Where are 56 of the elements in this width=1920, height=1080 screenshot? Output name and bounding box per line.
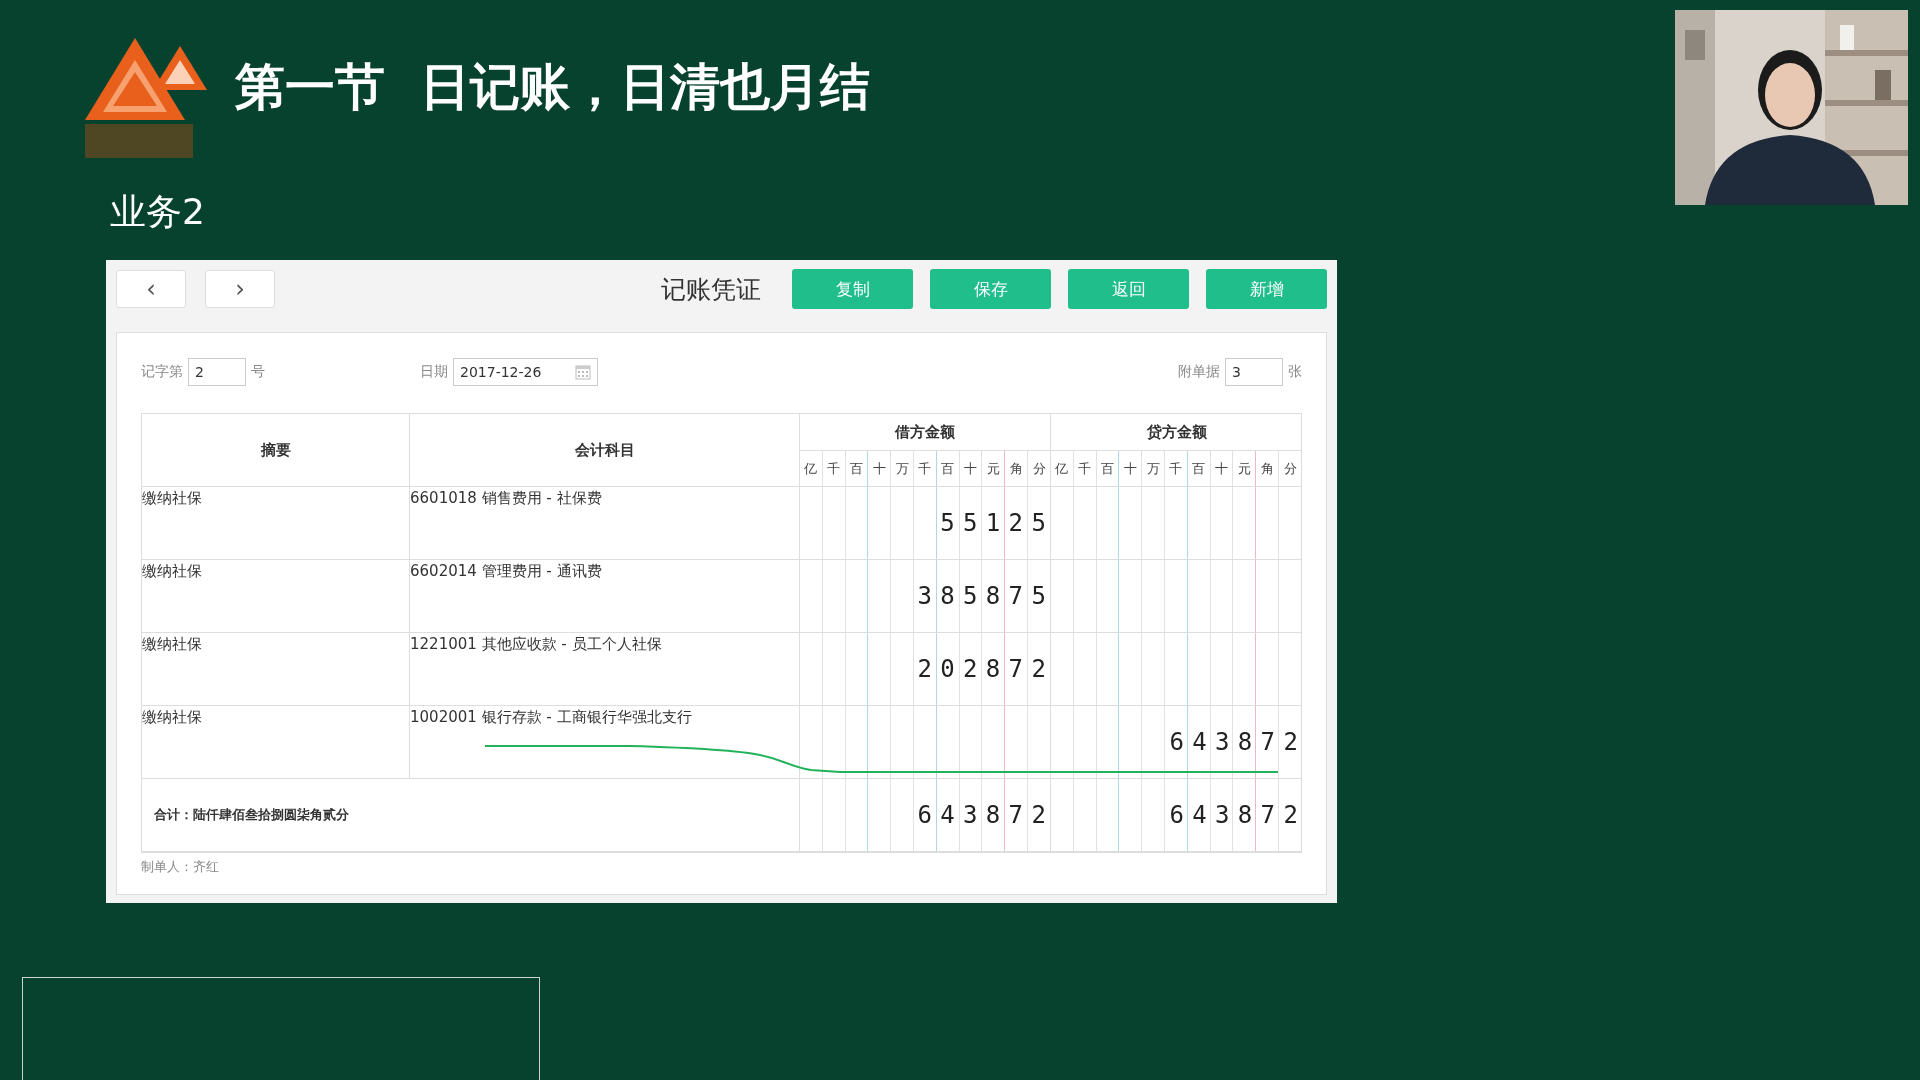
unit-label: 千 xyxy=(822,451,846,486)
unit-label: 万 xyxy=(891,451,914,486)
field-label: 日期 xyxy=(420,363,448,381)
slide-title: 第一节 日记账，日清也月结 xyxy=(235,57,870,118)
column-header: 摘要 xyxy=(142,414,410,486)
date-field[interactable]: 2017-12-26 xyxy=(453,358,598,386)
table-cell: 缴纳社保 xyxy=(142,560,410,632)
unit-label: 分 xyxy=(1282,459,1298,478)
unit-label: 千 xyxy=(1165,451,1188,486)
unit-label: 十 xyxy=(1119,451,1143,486)
voucher-title: 记账凭证 xyxy=(661,273,761,306)
unit-label: 亿 xyxy=(1051,451,1074,486)
unit-label: 十 xyxy=(1210,451,1234,486)
slide-subtitle: 业务2 xyxy=(110,190,206,234)
unit-label: 十 xyxy=(959,451,983,486)
table-cell: 缴纳社保 xyxy=(142,633,410,705)
table-cell: 1002001 银行存款 - 工商银行华强北支行 xyxy=(410,706,800,778)
table-cell: 6601018 销售费用 - 社保费 xyxy=(410,487,800,559)
number-field[interactable]: 2 xyxy=(188,358,246,386)
amount: 643872 xyxy=(1169,800,1307,830)
calendar-icon[interactable] xyxy=(575,364,591,380)
attachment-field[interactable]: 3 xyxy=(1225,358,1283,386)
amount: 55125 xyxy=(940,508,1055,538)
table-cell: 6602014 管理费用 - 通讯费 xyxy=(410,560,800,632)
unit-label: 百 xyxy=(845,451,869,486)
unit-label: 百 xyxy=(1096,451,1120,486)
forward-button[interactable]: › xyxy=(205,270,275,308)
unit-label: 十 xyxy=(868,451,892,486)
maker-label: 制单人：齐红 xyxy=(141,858,220,876)
column-header: 会计科目 xyxy=(410,414,800,486)
unit-label: 百 xyxy=(936,451,960,486)
unit-label: 百 xyxy=(1187,451,1211,486)
unit-label: 元 xyxy=(982,451,1006,486)
unit-label: 千 xyxy=(1073,451,1097,486)
field-label: 记字第 xyxy=(141,363,183,381)
field-label: 张 xyxy=(1288,363,1302,381)
field-label: 附单据 xyxy=(1178,363,1220,381)
unit-label: 千 xyxy=(914,451,937,486)
unit-label: 万 xyxy=(1142,451,1165,486)
column-header: 贷方金额 xyxy=(1051,414,1302,451)
field-label: 号 xyxy=(251,363,265,381)
column-header: 借方金额 xyxy=(800,414,1050,451)
total-label: 合计：陆仟肆佰叁拾捌圆柒角贰分 xyxy=(142,779,800,851)
unit-label: 角 xyxy=(1005,451,1028,486)
amount: 385875 xyxy=(917,581,1055,611)
amount: 643872 xyxy=(1169,727,1307,757)
unit-label: 元 xyxy=(1233,451,1257,486)
table-cell: 缴纳社保 xyxy=(142,706,410,778)
table-cell: 缴纳社保 xyxy=(142,487,410,559)
unit-label: 亿 xyxy=(800,451,823,486)
amount: 643872 xyxy=(917,800,1055,830)
back-button[interactable]: ‹ xyxy=(116,270,186,308)
table-cell: 1221001 其他应收款 - 员工个人社保 xyxy=(410,633,800,705)
unit-label: 分 xyxy=(1031,459,1047,478)
unit-label: 角 xyxy=(1256,451,1279,486)
amount: 202872 xyxy=(917,654,1055,684)
